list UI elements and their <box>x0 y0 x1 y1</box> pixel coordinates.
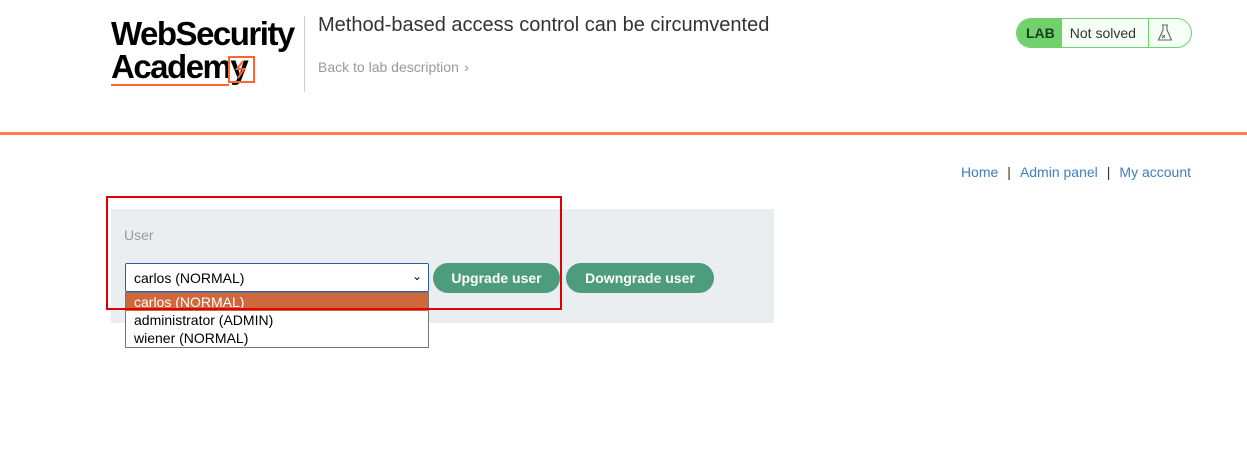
header-divider <box>0 132 1247 135</box>
dropdown-option[interactable]: carlos (NORMAL) <box>126 293 428 311</box>
nav-separator: | <box>1106 164 1111 180</box>
page-header: WebSecurity Academy Method-based access … <box>0 0 1247 135</box>
downgrade-user-button[interactable]: Downgrade user <box>566 263 714 293</box>
logo-line-1: WebSecurity <box>111 15 295 52</box>
top-nav: Home | Admin panel | My account <box>961 164 1191 180</box>
double-chevron-right-icon: ›› <box>463 59 471 75</box>
user-select[interactable]: carlos (NORMAL) ⌄ <box>125 263 429 292</box>
nav-separator: | <box>1007 164 1011 180</box>
upgrade-user-button[interactable]: Upgrade user <box>433 263 560 293</box>
dropdown-option[interactable]: administrator (ADMIN) <box>126 311 428 329</box>
dropdown-option[interactable]: wiener (NORMAL) <box>126 329 428 347</box>
lab-title: Method-based access control can be circu… <box>318 14 770 36</box>
user-select-label: User <box>124 227 154 243</box>
my-account-link[interactable]: My account <box>1119 164 1191 180</box>
home-link[interactable]: Home <box>961 164 998 180</box>
back-to-lab-description-link[interactable]: Back to lab description ›› <box>318 59 471 75</box>
logo-line-2: Academy <box>111 48 249 85</box>
chevron-down-icon: ⌄ <box>411 269 422 283</box>
back-link-label: Back to lab description <box>318 59 459 75</box>
logo-underline <box>111 84 229 86</box>
lab-status-widget: LAB Not solved <box>1016 18 1192 48</box>
lab-badge: LAB <box>1017 19 1062 47</box>
header-separator <box>304 16 305 92</box>
admin-panel-link[interactable]: Admin panel <box>1020 164 1098 180</box>
websecurity-academy-logo[interactable]: WebSecurity Academy <box>111 14 307 90</box>
logo-bolt-icon <box>228 56 255 83</box>
flask-icon <box>1147 19 1181 47</box>
user-select-value: carlos (NORMAL) <box>134 269 245 286</box>
lab-status-text: Not solved <box>1069 25 1136 41</box>
user-select-dropdown: carlos (NORMAL) administrator (ADMIN) wi… <box>125 292 429 348</box>
